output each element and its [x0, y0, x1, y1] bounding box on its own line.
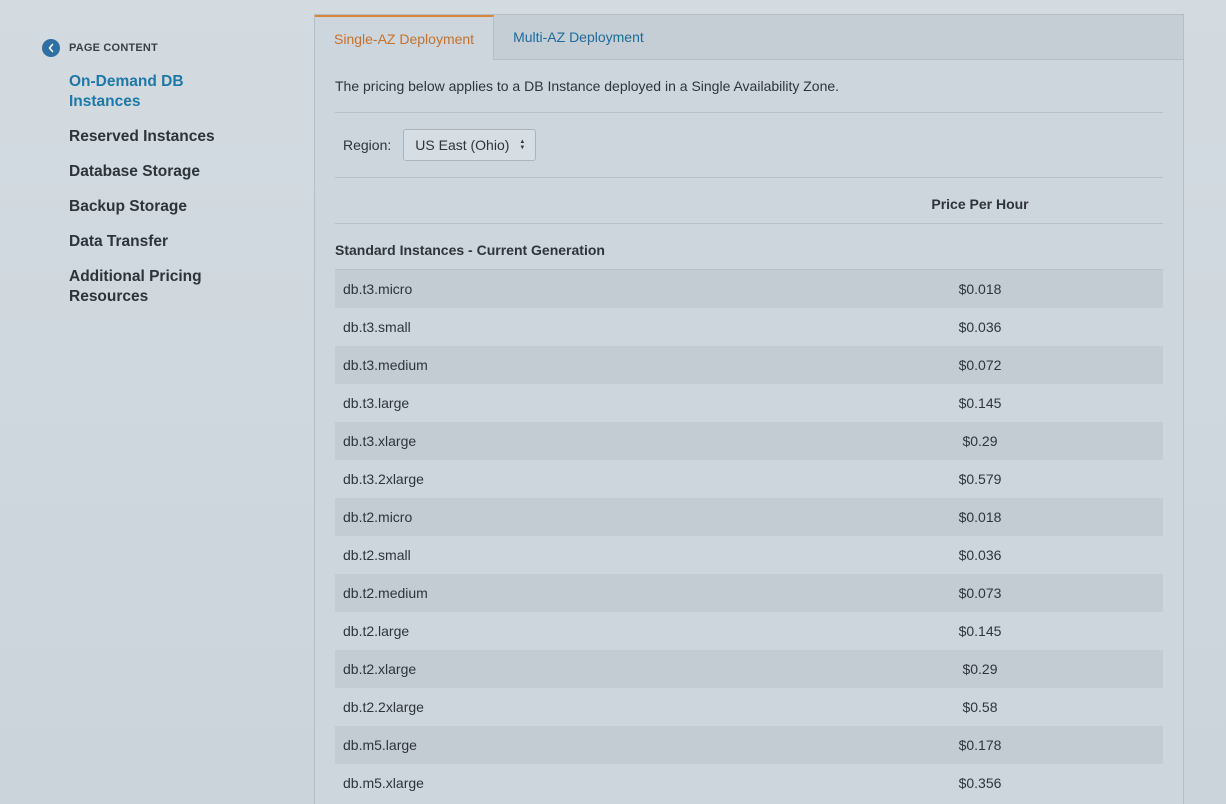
instance-price: $0.29: [962, 433, 998, 449]
instance-type: db.m5.large: [343, 737, 417, 753]
page-content-toggle[interactable]: PAGE CONTENT: [42, 38, 282, 58]
table-row: db.t2.large $0.145: [335, 612, 1163, 650]
instance-type: db.t2.xlarge: [343, 661, 417, 677]
instance-type: db.t2.medium: [343, 585, 428, 601]
pricing-rows: db.t3.micro $0.018 db.t3.small $0.036 db…: [335, 270, 1163, 802]
instance-type: db.t3.xlarge: [343, 433, 417, 449]
nav-item-backup-storage[interactable]: Backup Storage: [69, 197, 239, 217]
instance-price: $0.145: [958, 623, 1002, 639]
nav-item-reserved-instances[interactable]: Reserved Instances: [69, 127, 239, 147]
table-header: Price Per Hour: [335, 178, 1163, 224]
instance-type: db.t2.micro: [343, 509, 413, 525]
nav-item-data-transfer[interactable]: Data Transfer: [69, 232, 239, 252]
instance-type: db.t3.medium: [343, 357, 428, 373]
page: PAGE CONTENT On-Demand DB Instances Rese…: [0, 0, 1226, 804]
region-select[interactable]: US East (Ohio) ▲ ▼: [403, 129, 537, 161]
table-row: db.m5.xlarge $0.356: [335, 764, 1163, 802]
instance-type: db.t3.large: [343, 395, 410, 411]
table-row: db.t3.2xlarge $0.579: [335, 460, 1163, 498]
table-row: db.t2.2xlarge $0.58: [335, 688, 1163, 726]
nav-item-additional-pricing-resources[interactable]: Additional Pricing Resources: [69, 267, 239, 307]
instance-type: db.t2.2xlarge: [343, 699, 424, 715]
nav-item-database-storage[interactable]: Database Storage: [69, 162, 239, 182]
pricing-intro-text: The pricing below applies to a DB Instan…: [335, 60, 1163, 113]
table-row: db.t3.large $0.145: [335, 384, 1163, 422]
instance-price: $0.29: [962, 661, 998, 677]
table-row: db.t2.xlarge $0.29: [335, 650, 1163, 688]
instance-price: $0.036: [958, 547, 1002, 563]
instance-type: db.t3.2xlarge: [343, 471, 424, 487]
deployment-tabs: Single-AZ Deployment Multi-AZ Deployment: [315, 15, 1183, 60]
instance-type: db.t3.micro: [343, 281, 413, 297]
nav-item-on-demand-db-instances[interactable]: On-Demand DB Instances: [69, 72, 239, 112]
table-row: db.t3.micro $0.018: [335, 270, 1163, 308]
table-row: db.t3.small $0.036: [335, 308, 1163, 346]
instance-type: db.t2.large: [343, 623, 410, 639]
tab-content: The pricing below applies to a DB Instan…: [315, 60, 1183, 802]
table-row: db.t3.medium $0.072: [335, 346, 1163, 384]
instance-price: $0.579: [958, 471, 1002, 487]
instance-price: $0.58: [962, 699, 998, 715]
instance-type: db.m5.xlarge: [343, 775, 424, 791]
table-row: db.t2.medium $0.073: [335, 574, 1163, 612]
instance-type: db.t3.small: [343, 319, 411, 335]
instance-price: $0.178: [958, 737, 1002, 753]
region-label: Region:: [343, 137, 392, 153]
select-arrows-icon: ▲ ▼: [519, 139, 526, 151]
region-selected-value: US East (Ohio): [415, 137, 510, 153]
section-title: Standard Instances - Current Generation: [335, 224, 1163, 270]
instance-type: db.t2.small: [343, 547, 411, 563]
page-content-nav: PAGE CONTENT On-Demand DB Instances Rese…: [42, 38, 282, 322]
table-row: db.m5.large $0.178: [335, 726, 1163, 764]
tab-multi-az-deployment[interactable]: Multi-AZ Deployment: [494, 15, 663, 59]
instance-price: $0.145: [958, 395, 1002, 411]
instance-price: $0.356: [958, 775, 1002, 791]
instance-price: $0.036: [958, 319, 1002, 335]
table-row: db.t2.small $0.036: [335, 536, 1163, 574]
region-row: Region: US East (Ohio) ▲ ▼: [335, 113, 1163, 178]
price-per-hour-header: Price Per Hour: [931, 196, 1029, 212]
instance-price: $0.018: [958, 509, 1002, 525]
page-content-heading: PAGE CONTENT: [69, 42, 158, 54]
table-row: db.t3.xlarge $0.29: [335, 422, 1163, 460]
chevron-left-icon[interactable]: [42, 39, 60, 57]
tab-single-az-deployment[interactable]: Single-AZ Deployment: [315, 15, 495, 60]
page-content-list: On-Demand DB Instances Reserved Instance…: [42, 72, 282, 307]
instance-price: $0.072: [958, 357, 1002, 373]
instance-price: $0.073: [958, 585, 1002, 601]
instance-price: $0.018: [958, 281, 1002, 297]
pricing-panel: Single-AZ Deployment Multi-AZ Deployment…: [314, 14, 1184, 804]
table-row: db.t2.micro $0.018: [335, 498, 1163, 536]
